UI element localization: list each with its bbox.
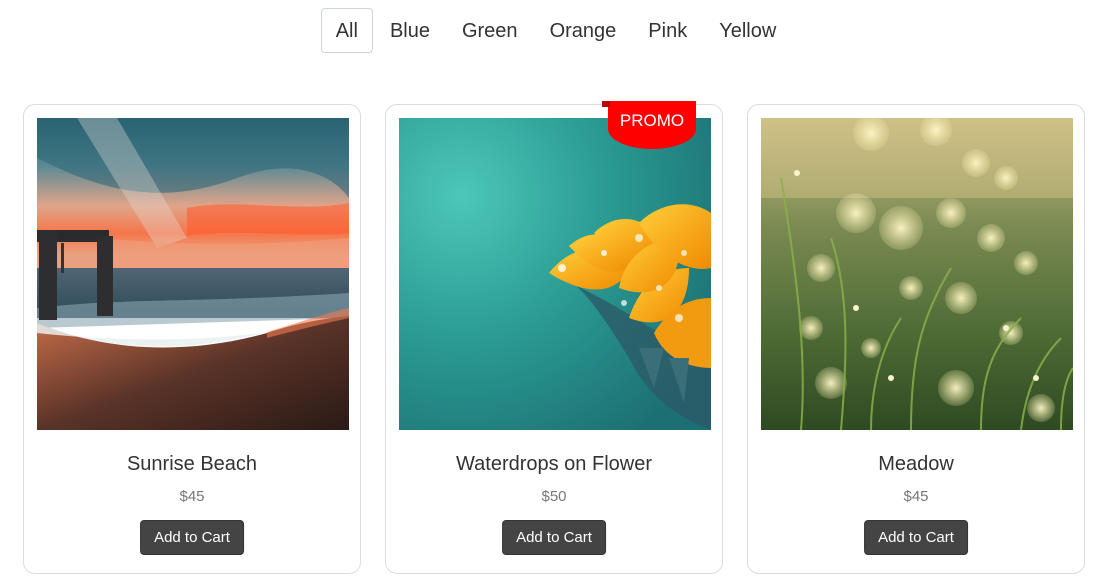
product-grid: Sunrise Beach $45 Add to Cart PROMO Wate…: [23, 101, 1085, 574]
product-image-meadow[interactable]: [761, 118, 1073, 430]
product-price: $50: [541, 488, 567, 505]
add-to-cart-button[interactable]: Add to Cart: [864, 520, 968, 555]
product-title: Waterdrops on Flower: [456, 453, 652, 475]
product-price: $45: [903, 488, 929, 505]
add-to-cart-button[interactable]: Add to Cart: [502, 520, 606, 555]
product-card: Sunrise Beach $45 Add to Cart: [23, 104, 361, 574]
filter-green-button[interactable]: Green: [447, 8, 533, 53]
filter-pink-button[interactable]: Pink: [633, 8, 702, 53]
filter-orange-button[interactable]: Orange: [535, 8, 632, 53]
filter-yellow-button[interactable]: Yellow: [704, 8, 791, 53]
product-card: Meadow $45 Add to Cart: [747, 104, 1085, 574]
product-title: Meadow: [878, 453, 954, 475]
product-image-waterdrops-on-flower[interactable]: [399, 118, 711, 430]
filter-all-button[interactable]: All: [320, 8, 373, 53]
add-to-cart-button[interactable]: Add to Cart: [140, 520, 244, 555]
meadow-image: [761, 118, 1073, 430]
product-image-sunrise-beach[interactable]: [37, 118, 349, 430]
waterdrops-flower-image: [399, 118, 711, 430]
filter-bar: All Blue Green Orange Pink Yellow: [0, 8, 1112, 53]
filter-blue-button[interactable]: Blue: [375, 8, 445, 53]
promo-badge: PROMO: [602, 101, 696, 149]
product-price: $45: [179, 488, 205, 505]
product-card: PROMO Waterdrops on Flower $50 Add to Ca…: [385, 101, 723, 574]
product-title: Sunrise Beach: [126, 453, 258, 475]
sunrise-beach-image: [37, 118, 349, 430]
